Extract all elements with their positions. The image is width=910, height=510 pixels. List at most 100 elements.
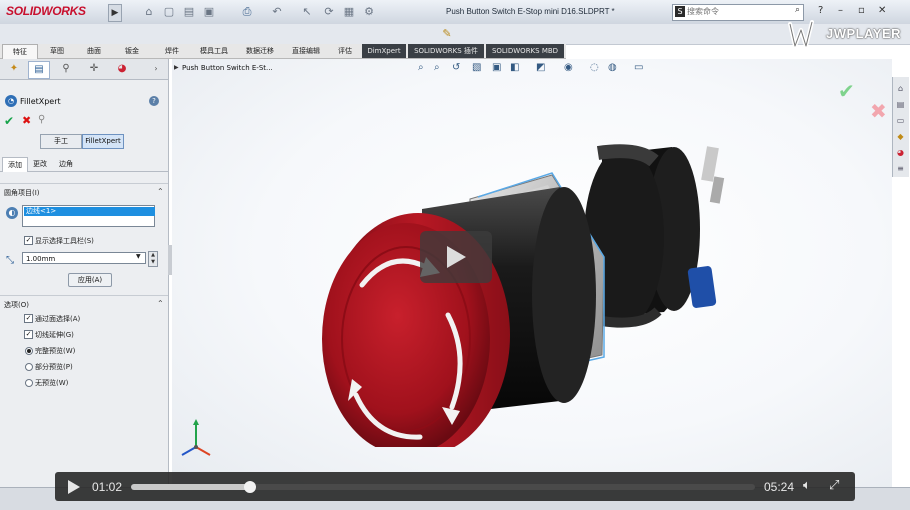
video-play-overlay[interactable] (420, 231, 492, 283)
selection-list[interactable]: 边线<1> (22, 205, 155, 227)
option-label: 通过面选择(A) (35, 315, 81, 323)
config-manager-tab-icon[interactable]: ⚲ (56, 61, 76, 77)
design-library-icon[interactable]: ▤ (895, 99, 906, 110)
tab-surfaces[interactable]: 曲面 (76, 44, 112, 58)
menu-expand-button[interactable]: ▶ (108, 4, 122, 22)
print-icon[interactable]: ⎙ (240, 5, 254, 19)
tree-expand-icon[interactable]: ▶ (174, 64, 179, 71)
restore-icon[interactable]: ▫ (858, 5, 865, 16)
help-icon[interactable]: ? (149, 96, 159, 106)
cancel-x-icon[interactable]: ✖ (22, 114, 31, 127)
dynamic-annotation-icon[interactable]: ▣ (492, 62, 501, 73)
tab-solidworks-mbd[interactable]: SOLIDWORKS MBD (486, 44, 564, 58)
minimize-icon[interactable]: – (838, 5, 843, 16)
full-preview-radio[interactable] (25, 347, 33, 355)
tab-sheet-metal[interactable]: 钣金 (114, 44, 150, 58)
panel-more-icon[interactable]: › (146, 61, 166, 77)
tab-solidworks-addins[interactable]: SOLIDWORKS 插件 (408, 44, 484, 58)
feature-tree-flyout[interactable]: Push Button Switch E-St... (182, 64, 273, 72)
volume-icon[interactable]: 🔈︎ (803, 478, 811, 493)
graphics-area[interactable]: ▶ Push Button Switch E-St... ⌕ ⌕ ↺ ▧ ▣ ◧… (172, 59, 892, 487)
pushpin-icon[interactable]: ⚲ (38, 114, 45, 125)
options-header: 选项(O) (4, 301, 29, 309)
ok-checkmark-icon[interactable]: ✔ (4, 114, 14, 128)
undo-icon[interactable]: ↶ (270, 5, 284, 19)
tab-mold-tools[interactable]: 模具工具 (192, 44, 236, 58)
divider (0, 295, 168, 296)
seek-knob[interactable] (243, 481, 256, 493)
view-orientation-icon[interactable]: ◧ (510, 62, 519, 73)
apply-button[interactable]: 应用(A) (68, 273, 112, 287)
tab-change[interactable]: 更改 (28, 157, 52, 171)
previous-view-icon[interactable]: ↺ (452, 62, 460, 73)
smart-dimension-icon[interactable]: ✎ (440, 27, 454, 41)
resources-icon[interactable]: ⌂ (895, 83, 906, 94)
confirm-cancel-icon[interactable]: ✖ (870, 99, 887, 123)
collapse-chevron-icon[interactable]: ⌃ (157, 299, 164, 308)
selected-edge-item[interactable]: 边线<1> (24, 207, 155, 216)
push-button-model[interactable] (302, 117, 742, 447)
confirm-ok-icon[interactable]: ✔ (838, 79, 855, 103)
custom-properties-icon[interactable]: ≡ (895, 163, 906, 174)
new-file-icon[interactable]: ▢ (162, 5, 176, 19)
jwplayer-logo[interactable]: JWPLAYER (786, 18, 910, 54)
view-palette-icon[interactable]: ◆ (895, 131, 906, 142)
scene-icon[interactable]: ◍ (608, 62, 617, 73)
seek-bar[interactable] (131, 481, 755, 493)
zoom-area-icon[interactable]: ⌕ (434, 62, 440, 73)
search-icon[interactable]: ⌕ (795, 5, 800, 15)
manual-mode-button[interactable]: 手工 (40, 134, 82, 149)
tab-sketch[interactable]: 草图 (40, 44, 74, 58)
show-toolbar-checkbox[interactable]: ✓ (24, 236, 33, 245)
fillet-feature-icon: ◔ (5, 95, 17, 107)
select-icon[interactable]: ↖ (300, 5, 314, 19)
radius-input[interactable]: 1.00mm (22, 252, 146, 264)
section-view-icon[interactable]: ▧ (472, 62, 481, 73)
edit-appearance-icon[interactable]: ◌ (590, 62, 599, 73)
tab-evaluate[interactable]: 评估 (330, 44, 360, 58)
video-controls: 01:02 05:24 🔈︎ ⤢ (55, 472, 855, 501)
tab-weldments[interactable]: 焊件 (154, 44, 190, 58)
tab-features[interactable]: 特征 (2, 44, 38, 59)
display-manager-tab-icon[interactable]: ◕ (112, 61, 132, 77)
search-scope-icon[interactable]: S (675, 6, 685, 17)
display-style-icon[interactable]: ◩ (536, 62, 545, 73)
property-manager-tab-icon[interactable]: ▤ (28, 61, 50, 79)
tangent-propagation-checkbox[interactable]: ✓ (24, 330, 33, 339)
play-button[interactable] (68, 480, 80, 494)
help-dropdown-icon[interactable]: ? (818, 5, 823, 16)
home-icon[interactable]: ⌂ (142, 5, 156, 19)
filletxpert-mode-button[interactable]: FilletXpert (82, 134, 124, 149)
save-icon[interactable]: ▣ (202, 5, 216, 19)
view-settings-icon[interactable]: ▭ (634, 62, 643, 73)
tab-corner[interactable]: 边角 (54, 157, 78, 171)
tab-add[interactable]: 添加 (2, 157, 28, 172)
options-icon[interactable]: ⚙ (362, 5, 376, 19)
search-commands: S ⌕ (672, 4, 804, 21)
radius-spinner[interactable]: ▲ ▼ (148, 251, 158, 267)
select-through-faces-checkbox[interactable]: ✓ (24, 314, 33, 323)
hide-show-icon[interactable]: ◉ (564, 62, 573, 73)
tab-data-migration[interactable]: 数据迁移 (238, 44, 282, 58)
open-icon[interactable]: ▤ (182, 5, 196, 19)
search-input[interactable] (687, 6, 783, 17)
feature-title: FilletXpert (20, 97, 61, 106)
tab-direct-editing[interactable]: 直接编辑 (284, 44, 328, 58)
feature-manager-tab-icon[interactable]: ✦ (4, 61, 24, 77)
tab-dimxpert[interactable]: DimXpert (362, 44, 406, 58)
zoom-to-fit-icon[interactable]: ⌕ (418, 62, 424, 73)
option-label: 无预览(W) (35, 379, 69, 387)
rebuild-icon[interactable]: ⟳ (322, 5, 336, 19)
partial-preview-radio[interactable] (25, 363, 33, 371)
divider (0, 183, 168, 184)
radius-dropdown-icon[interactable]: ▼ (136, 253, 141, 260)
radius-icon: ⤡ (6, 255, 14, 266)
no-preview-radio[interactable] (25, 379, 33, 387)
fullscreen-icon[interactable]: ⤢ (829, 478, 839, 493)
appearances-icon[interactable]: ◕ (895, 147, 906, 158)
file-props-icon[interactable]: ▦ (342, 5, 356, 19)
collapse-chevron-icon[interactable]: ⌃ (157, 187, 164, 196)
file-explorer-icon[interactable]: ▭ (895, 115, 906, 126)
dimxpert-tab-icon[interactable]: ✛ (84, 61, 104, 77)
close-icon[interactable]: ✕ (878, 5, 886, 16)
